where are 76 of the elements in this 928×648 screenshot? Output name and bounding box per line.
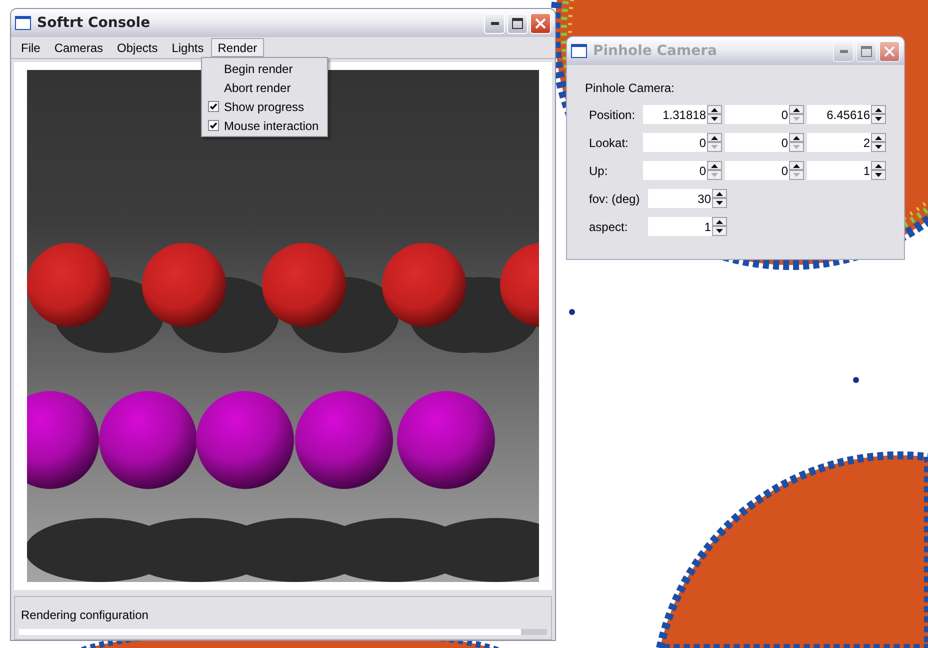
up-arrow-icon bbox=[716, 192, 723, 196]
close-icon bbox=[535, 18, 546, 28]
number-field[interactable]: 0 bbox=[725, 133, 789, 152]
down-arrow-icon bbox=[875, 117, 882, 121]
down-arrow-icon bbox=[716, 201, 723, 205]
down-arrow-icon bbox=[716, 229, 723, 233]
up-arrow-icon bbox=[875, 164, 882, 168]
down-arrow-icon bbox=[875, 145, 882, 149]
speck-drawing bbox=[853, 377, 859, 383]
field-label: Position: bbox=[589, 106, 636, 124]
up-arrow-icon bbox=[875, 136, 882, 140]
spin-buttons[interactable] bbox=[871, 105, 886, 124]
down-arrow-icon bbox=[793, 145, 800, 149]
number-field[interactable]: 0 bbox=[725, 105, 789, 124]
maximize-icon bbox=[861, 46, 872, 56]
up-arrow-icon bbox=[793, 136, 800, 140]
close-button[interactable] bbox=[879, 40, 900, 62]
spin-buttons[interactable] bbox=[707, 105, 722, 124]
window-icon bbox=[15, 16, 31, 30]
number-field[interactable]: 0 bbox=[643, 133, 707, 152]
speck-drawing bbox=[569, 309, 575, 315]
up-arrow-icon bbox=[716, 220, 723, 224]
number-field[interactable]: 0 bbox=[643, 161, 707, 180]
window-icon bbox=[571, 44, 587, 58]
number-field[interactable]: 1 bbox=[807, 161, 871, 180]
spin-buttons[interactable] bbox=[871, 161, 886, 180]
up-arrow-icon bbox=[875, 108, 882, 112]
close-icon bbox=[884, 46, 895, 56]
field-label: Up: bbox=[589, 162, 609, 180]
down-arrow-icon bbox=[711, 117, 718, 121]
menu-entry[interactable]: Begin render bbox=[202, 59, 327, 78]
menu-item[interactable]: Cameras bbox=[47, 38, 110, 57]
up-arrow-icon bbox=[711, 108, 718, 112]
window-title: Pinhole Camera bbox=[593, 42, 717, 60]
menu-entry[interactable]: Abort render bbox=[202, 78, 327, 97]
minimize-icon bbox=[490, 22, 498, 24]
number-field[interactable]: 0 bbox=[725, 161, 789, 180]
minimize-icon bbox=[840, 50, 848, 52]
spin-buttons[interactable] bbox=[789, 133, 804, 152]
menu-item[interactable]: Objects bbox=[110, 38, 165, 57]
up-arrow-icon bbox=[793, 108, 800, 112]
up-arrow-icon bbox=[711, 164, 718, 168]
down-arrow-icon bbox=[711, 145, 718, 149]
maximize-button[interactable] bbox=[507, 12, 528, 34]
spin-buttons[interactable] bbox=[789, 161, 804, 180]
minimize-button[interactable] bbox=[484, 12, 505, 34]
spin-buttons[interactable] bbox=[707, 161, 722, 180]
spin-buttons[interactable] bbox=[871, 133, 886, 152]
field-label: fov: (deg) bbox=[589, 190, 641, 208]
number-field[interactable]: 6.45616 bbox=[807, 105, 871, 124]
field-label: aspect: bbox=[589, 218, 629, 236]
down-arrow-icon bbox=[793, 117, 800, 121]
spin-buttons[interactable] bbox=[712, 189, 727, 208]
spin-buttons[interactable] bbox=[707, 133, 722, 152]
down-arrow-icon bbox=[711, 173, 718, 177]
spin-buttons[interactable] bbox=[789, 105, 804, 124]
number-field[interactable]: 1.31818 bbox=[643, 105, 707, 124]
panel-heading: Pinhole Camera: bbox=[585, 80, 676, 97]
close-button[interactable] bbox=[530, 12, 551, 34]
down-arrow-icon bbox=[875, 173, 882, 177]
menu-item[interactable]: Render bbox=[210, 38, 264, 57]
menu-item[interactable]: File bbox=[14, 38, 48, 57]
number-field[interactable]: 30 bbox=[648, 189, 712, 208]
menu-item[interactable]: Lights bbox=[164, 38, 211, 57]
menu-entry[interactable]: Show progress bbox=[202, 97, 327, 116]
number-field[interactable]: 2 bbox=[807, 133, 871, 152]
up-arrow-icon bbox=[793, 164, 800, 168]
spin-buttons[interactable] bbox=[712, 217, 727, 236]
menu-entry[interactable]: Mouse interaction bbox=[202, 116, 327, 135]
number-field[interactable]: 1 bbox=[648, 217, 712, 236]
field-label: Lookat: bbox=[589, 134, 630, 152]
status-text: Rendering configuration bbox=[21, 607, 150, 624]
down-arrow-icon bbox=[793, 173, 800, 177]
maximize-icon bbox=[512, 18, 523, 28]
window-title: Softrt Console bbox=[37, 14, 150, 32]
up-arrow-icon bbox=[711, 136, 718, 140]
